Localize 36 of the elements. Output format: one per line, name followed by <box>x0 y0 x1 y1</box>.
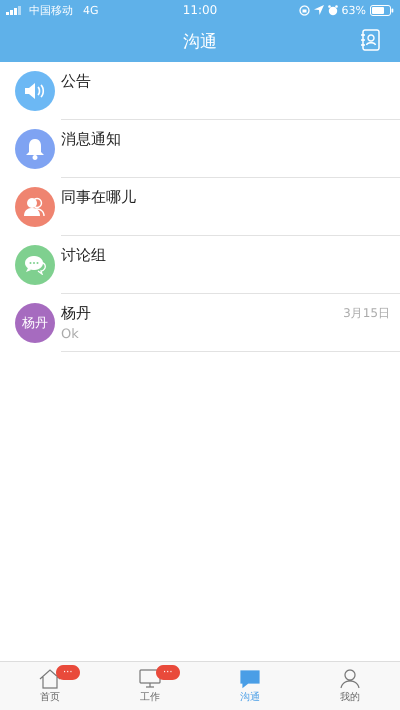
conversation-item[interactable]: 杨丹 杨丹 3月15日 Ok <box>0 294 400 352</box>
message-preview: Ok <box>61 327 80 342</box>
person-icon <box>339 668 361 688</box>
tab-item[interactable]: 工作 ··· <box>100 662 200 710</box>
conversation-item[interactable]: 同事在哪儿 <box>0 178 400 236</box>
network-type: 4G <box>83 4 99 16</box>
alarm-icon <box>328 4 338 16</box>
tab-item[interactable]: 首页 ··· <box>0 662 100 710</box>
bell-icon <box>25 138 45 160</box>
carrier-name: 中国移动 <box>29 2 73 18</box>
notification-badge: ··· <box>56 665 80 680</box>
lock-rotation-icon <box>298 4 310 16</box>
avatar-initials: 杨丹 <box>22 315 48 332</box>
conversation-title: 杨丹 <box>61 304 91 323</box>
battery-icon <box>370 4 394 16</box>
page-title: 沟通 <box>183 30 217 52</box>
people-icon <box>23 197 47 217</box>
speaker-icon <box>24 82 46 100</box>
conversation-item[interactable]: 公告 <box>0 62 400 120</box>
location-arrow-icon <box>314 5 324 15</box>
conversation-title: 讨论组 <box>61 246 106 265</box>
battery-percent: 63% <box>342 4 366 16</box>
chat-bubbles-icon <box>24 255 46 275</box>
conversation-title: 公告 <box>61 72 91 91</box>
notification-badge: ··· <box>156 665 180 680</box>
tab-item[interactable]: 我的 <box>300 662 400 710</box>
conversation-item[interactable]: 消息通知 <box>0 120 400 178</box>
conversation-item[interactable]: 讨论组 <box>0 236 400 294</box>
chat-icon <box>239 668 261 688</box>
message-date: 3月15日 <box>343 305 390 322</box>
address-book-icon[interactable] <box>360 29 380 51</box>
conversation-title: 消息通知 <box>61 130 121 149</box>
conversation-title: 同事在哪儿 <box>61 188 136 207</box>
home-icon <box>39 668 61 688</box>
monitor-icon <box>139 668 161 688</box>
status-time: 11:00 <box>182 3 218 17</box>
